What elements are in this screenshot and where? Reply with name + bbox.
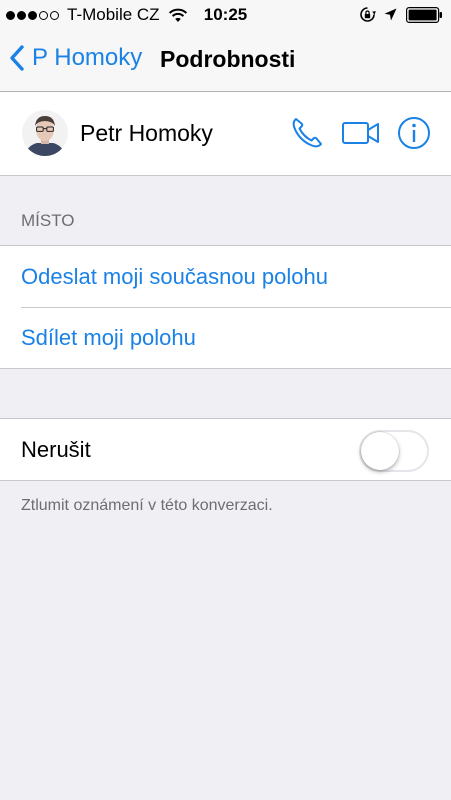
chevron-left-icon — [10, 45, 24, 71]
phone-icon — [292, 118, 322, 148]
toggle-knob — [361, 432, 399, 470]
do-not-disturb-row: Nerušit — [0, 419, 451, 480]
page-title: Podrobnosti — [160, 46, 296, 72]
do-not-disturb-group: Nerušit — [0, 418, 451, 481]
info-icon — [398, 117, 430, 149]
share-my-location-button[interactable]: Sdílet moji polohu — [0, 307, 451, 368]
contact-name: Petr Homoky — [80, 120, 213, 146]
video-camera-icon — [342, 122, 379, 144]
video-call-button[interactable] — [341, 116, 381, 155]
do-not-disturb-toggle[interactable] — [359, 430, 429, 472]
send-current-location-button[interactable]: Odeslat moji současnou polohu — [0, 246, 451, 307]
location-group: Odeslat moji současnou polohu Sdílet moj… — [0, 245, 451, 369]
do-not-disturb-footer: Ztlumit oznámení v této konverzaci. — [21, 497, 273, 514]
back-button-label: P Homoky — [32, 44, 143, 71]
contact-row: Petr Homoky — [0, 92, 451, 176]
section-header-location: MÍSTO — [21, 211, 75, 230]
info-button[interactable] — [397, 116, 431, 155]
phone-button[interactable] — [290, 116, 324, 155]
back-button[interactable]: P Homoky — [10, 44, 142, 72]
do-not-disturb-label: Nerušit — [21, 436, 91, 462]
avatar[interactable] — [22, 110, 68, 156]
navigation-bar: P Homoky Podrobnosti — [0, 30, 451, 92]
orientation-lock-icon — [359, 6, 376, 23]
status-bar-right — [359, 6, 443, 23]
status-bar: T-Mobile CZ 10:25 — [0, 0, 451, 30]
battery-icon — [406, 6, 443, 23]
location-arrow-icon — [384, 8, 397, 21]
